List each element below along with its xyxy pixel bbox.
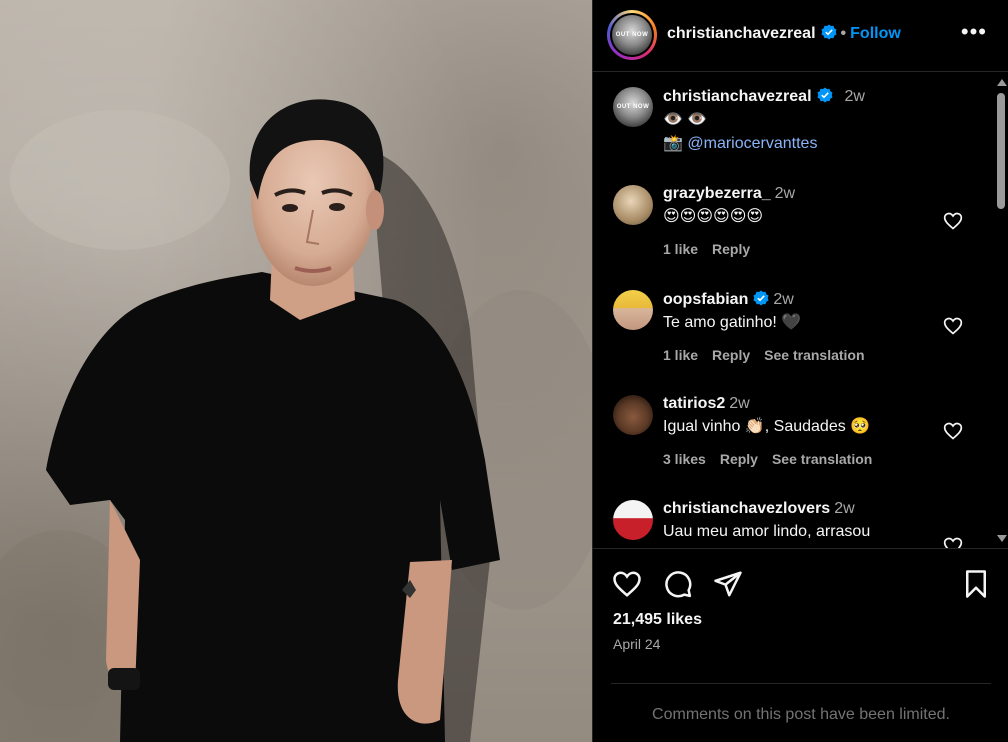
like-comment-heart-icon[interactable] [943, 316, 963, 336]
save-bookmark-icon[interactable] [961, 569, 991, 599]
comment-likes[interactable]: 1 like [663, 347, 698, 363]
comment-meta: 1 like Reply [663, 241, 963, 257]
comment-username[interactable]: tatirios2 [663, 395, 725, 412]
like-comment-heart-icon[interactable] [943, 211, 963, 231]
avatar [612, 15, 652, 55]
scrollbar-thumb[interactable] [997, 93, 1005, 209]
header-username-row: christianchavezreal • Follow [667, 24, 901, 43]
like-comment-heart-icon[interactable] [943, 536, 963, 548]
comment-meta: 1 like Reply See translation [663, 347, 963, 363]
comment-username[interactable]: christianchavezlovers [663, 500, 830, 517]
comment-text: Igual vinho 👏🏻, Saudades 🥺 [663, 418, 871, 435]
comments-limited-notice: Comments on this post have been limited. [611, 683, 991, 724]
header-username[interactable]: christianchavezreal [667, 25, 816, 42]
more-options-icon[interactable]: ••• [961, 21, 987, 43]
comment-text: Te amo gatinho! 🖤 [663, 314, 802, 331]
reply-button[interactable]: Reply [712, 241, 750, 257]
reply-button[interactable]: Reply [712, 347, 750, 363]
comment-text: 😍😍😍😍😍😍 [663, 208, 764, 225]
post-photo-illustration [0, 99, 592, 742]
camera-emoji: 📸 [663, 135, 683, 152]
avatar[interactable] [613, 87, 653, 127]
like-comment-heart-icon[interactable] [943, 421, 963, 441]
caption-line-1: 👁️ 👁️ [663, 111, 708, 128]
comment-likes[interactable]: 1 like [663, 241, 698, 257]
caption-line-2: 📸 @mariocervanttes [663, 134, 963, 154]
separator-dot: • [840, 25, 847, 42]
comments-list[interactable]: christianchavezreal 2w 👁️ 👁️ 📸 @mariocer… [593, 73, 1008, 548]
reply-button[interactable]: Reply [720, 451, 758, 467]
share-send-icon[interactable] [713, 569, 743, 599]
verified-badge-icon [817, 87, 833, 103]
post-date[interactable]: April 24 [613, 636, 660, 652]
comment-username[interactable]: oopsfabian [663, 291, 748, 308]
see-translation-button[interactable]: See translation [764, 347, 864, 363]
post-likes-count[interactable]: 21,495 likes [613, 611, 702, 629]
caption-username[interactable]: christianchavezreal [663, 88, 812, 105]
avatar[interactable] [613, 185, 653, 225]
comment-meta: 3 likes Reply See translation [663, 451, 963, 467]
see-translation-button[interactable]: See translation [772, 451, 872, 467]
comment-username[interactable]: grazybezerra_ [663, 185, 771, 202]
comment-time[interactable]: 2w [773, 291, 793, 308]
comment-likes[interactable]: 3 likes [663, 451, 706, 467]
post-header: christianchavezreal •Follow ••• [593, 0, 1008, 72]
follow-button[interactable]: Follow [850, 25, 901, 42]
post-actions: 21,495 likes April 24 Comments on this p… [593, 548, 1008, 742]
comment-text: Uau meu amor lindo, arrasou [663, 523, 871, 540]
comment-time[interactable]: 2w [834, 500, 854, 517]
comment-time[interactable]: 2w [729, 395, 749, 412]
post-details-panel: christianchavezreal •Follow ••• christia… [592, 0, 1008, 742]
avatar[interactable] [613, 500, 653, 540]
like-heart-icon[interactable] [612, 569, 642, 599]
story-ring-avatar[interactable] [607, 10, 657, 60]
verified-badge-icon [753, 290, 769, 306]
comment-time[interactable]: 2w [775, 185, 795, 202]
mention-link[interactable]: @mariocervanttes [687, 135, 817, 152]
post-photo [0, 0, 592, 742]
comment-bubble-icon[interactable] [663, 569, 693, 599]
avatar[interactable] [613, 290, 653, 330]
avatar[interactable] [613, 395, 653, 435]
caption-time[interactable]: 2w [845, 88, 865, 105]
scroll-up-arrow-icon[interactable] [997, 79, 1007, 86]
verified-badge-icon [821, 24, 837, 40]
comments-scrollbar[interactable] [995, 75, 1007, 546]
scroll-down-arrow-icon[interactable] [997, 535, 1007, 542]
